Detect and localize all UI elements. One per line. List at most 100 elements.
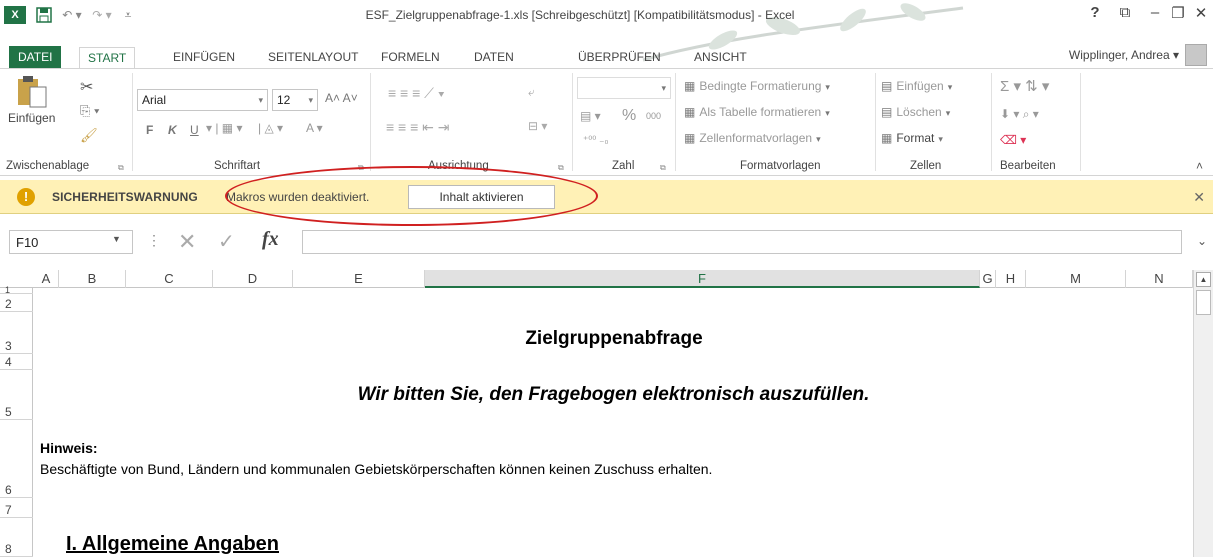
row-header[interactable]: 5 <box>0 370 33 420</box>
column-header-selected[interactable]: F <box>425 270 980 288</box>
group-label-cells: Zellen <box>910 160 942 172</box>
font-color-icon[interactable]: A ▾ <box>306 121 323 135</box>
tab-ueberpruefen[interactable]: ÜBERPRÜFEN <box>570 47 669 68</box>
alignment-launcher-icon[interactable]: ⧉ <box>558 163 564 173</box>
cancel-icon[interactable]: ✕ <box>178 229 196 255</box>
insert-function-button[interactable]: fx <box>262 228 279 251</box>
row-headers: 1 2 3 4 5 6 7 8 <box>0 286 33 557</box>
clear-icon[interactable]: ⌫ ▾ <box>1000 133 1026 147</box>
scroll-up-icon[interactable]: ▲ <box>1196 272 1211 287</box>
column-header[interactable]: M <box>1026 270 1126 288</box>
close-warning-icon[interactable]: ✕ <box>1193 189 1205 206</box>
section-title[interactable]: I. Allgemeine Angaben <box>66 533 279 556</box>
merge-center-icon[interactable]: ⊟ ▾ <box>528 119 547 133</box>
tab-start[interactable]: START <box>79 47 136 69</box>
cell-styles-button[interactable]: ▦ Zellenformatvorlagen ▾ <box>684 131 821 145</box>
sheet-title[interactable]: Zielgruppenabfrage <box>34 328 1193 350</box>
group-separator <box>991 73 992 171</box>
close-icon[interactable]: ✕ <box>1186 4 1213 28</box>
format-cells-icon: ▦ <box>881 131 893 145</box>
help-button[interactable]: ? <box>1080 4 1110 28</box>
ribbon-display-options-icon[interactable]: ⧉ <box>1110 4 1140 28</box>
autosum-icon[interactable]: Σ ▾ ⇅ ▾ <box>1000 77 1049 95</box>
avatar[interactable] <box>1185 44 1207 66</box>
name-box-dropdown-icon[interactable]: ▼ <box>112 234 121 244</box>
row-header[interactable]: 4 <box>0 354 33 370</box>
column-header[interactable]: C <box>126 270 213 288</box>
row-header[interactable]: 8 <box>0 518 33 557</box>
underline-button[interactable]: U <box>190 123 199 137</box>
column-header[interactable]: G <box>980 270 996 288</box>
decimal-icons[interactable]: ⁺⁰⁰ ₋₀ <box>583 135 609 146</box>
border-icon[interactable]: ▾ | ▦ ▾ <box>206 121 243 135</box>
row-header[interactable]: 6 <box>0 420 33 498</box>
group-separator <box>132 73 133 171</box>
expand-formula-bar-icon[interactable]: ⌄ <box>1197 234 1207 248</box>
ribbon: Einfügen ✂ ⎘ ▾ 🖌 Zwischenablage ⧉ Arial ▾… <box>0 68 1213 176</box>
font-size-select[interactable]: 12 ▾ <box>272 89 318 111</box>
column-header[interactable]: N <box>1126 270 1193 288</box>
paste-button[interactable]: Einfügen <box>8 75 55 125</box>
format-painter-icon[interactable]: 🖌 <box>80 127 98 144</box>
tab-einfuegen[interactable]: EINFÜGEN <box>165 47 243 68</box>
tab-daten[interactable]: DATEN <box>466 47 522 68</box>
vertical-scrollbar[interactable]: ▲ <box>1193 270 1213 557</box>
group-separator <box>572 73 573 171</box>
number-launcher-icon[interactable]: ⧉ <box>660 163 666 173</box>
percent-button[interactable]: % <box>622 107 636 125</box>
clipboard-launcher-icon[interactable]: ⧉ <box>118 163 124 173</box>
column-header[interactable]: E <box>293 270 425 288</box>
group-label-editing: Bearbeiten <box>1000 160 1056 172</box>
thousands-button[interactable]: 000 <box>646 111 661 121</box>
font-name-select[interactable]: Arial ▾ <box>137 89 268 111</box>
formula-bar: F10 ▼ ⋮ ✕ ✓ fx ⌄ <box>0 226 1213 260</box>
enter-icon[interactable]: ✓ <box>218 229 235 254</box>
cut-icon[interactable]: ✂ <box>80 77 93 97</box>
tab-seitenlayout[interactable]: SEITENLAYOUT <box>260 47 366 68</box>
hinweis-label[interactable]: Hinweis: <box>40 440 98 456</box>
italic-button[interactable]: K <box>168 123 177 137</box>
group-label-font: Schriftart <box>214 160 261 172</box>
number-format-select[interactable]: ▾ <box>577 77 671 99</box>
customize-quick-access-icon[interactable]: ⩡ <box>120 4 136 26</box>
title-bar: X ↶ ▾ ↷ ▾ ⩡ ESF_Zielgruppenabfrage-1.xls… <box>0 0 1213 62</box>
sheet-area[interactable]: Zielgruppenabfrage Wir bitten Sie, den F… <box>34 288 1193 557</box>
collapse-ribbon-icon[interactable]: ˄ <box>1196 159 1203 173</box>
insert-cells-button[interactable]: ▤ Einfügen ▾ <box>881 79 952 93</box>
horizontal-align-icons[interactable]: ≡ ≡ ≡ ⇤ ⇥ <box>386 119 450 136</box>
column-header[interactable]: D <box>213 270 293 288</box>
format-cells-button[interactable]: ▦ Format ▾ <box>881 131 943 145</box>
column-header[interactable]: B <box>59 270 126 288</box>
group-separator <box>675 73 676 171</box>
fill-color-icon[interactable]: | ◬ ▾ <box>258 121 283 135</box>
undo-icon[interactable]: ↶ ▾ <box>58 4 86 26</box>
column-header[interactable]: H <box>996 270 1026 288</box>
group-label-styles: Formatvorlagen <box>740 160 821 172</box>
format-as-table-button[interactable]: ▦ Als Tabelle formatieren ▾ <box>684 105 830 119</box>
excel-logo-icon: X <box>4 6 26 24</box>
column-header[interactable]: A <box>34 270 59 288</box>
tab-datei[interactable]: DATEI <box>9 46 62 68</box>
bold-button[interactable]: F <box>146 123 153 137</box>
hinweis-text[interactable]: Beschäftigte von Bund, Ländern und kommu… <box>40 461 712 477</box>
wrap-text-icon[interactable]: ⤶ <box>528 85 535 100</box>
scroll-thumb[interactable] <box>1196 290 1211 315</box>
tab-ansicht[interactable]: ANSICHT <box>686 47 755 68</box>
redo-icon[interactable]: ↷ ▾ <box>88 4 116 26</box>
row-header[interactable]: 7 <box>0 498 33 518</box>
delete-cells-button[interactable]: ▤ Löschen ▾ <box>881 105 950 119</box>
grow-font-icon[interactable]: A˄ A˅ <box>325 91 358 105</box>
fill-find-icons[interactable]: ⬇ ▾ ⌕ ▾ <box>1000 107 1039 122</box>
row-header[interactable]: 3 <box>0 312 33 354</box>
group-separator <box>370 73 371 171</box>
save-icon[interactable] <box>34 4 54 26</box>
copy-icon[interactable]: ⎘ ▾ <box>80 103 99 119</box>
user-name[interactable]: Wipplinger, Andrea ▾ <box>1069 48 1179 62</box>
formula-input[interactable] <box>302 230 1182 254</box>
row-header[interactable]: 2 <box>0 294 33 312</box>
currency-icon[interactable]: ▤ ▾ <box>580 109 601 123</box>
conditional-formatting-button[interactable]: ▦ Bedingte Formatierung ▾ <box>684 79 830 93</box>
tab-formeln[interactable]: FORMELN <box>373 47 448 68</box>
vertical-align-icons[interactable]: ≡ ≡ ≡ ⟋ ▾ <box>388 85 445 102</box>
sheet-subtitle[interactable]: Wir bitten Sie, den Fragebogen elektroni… <box>34 384 1193 406</box>
